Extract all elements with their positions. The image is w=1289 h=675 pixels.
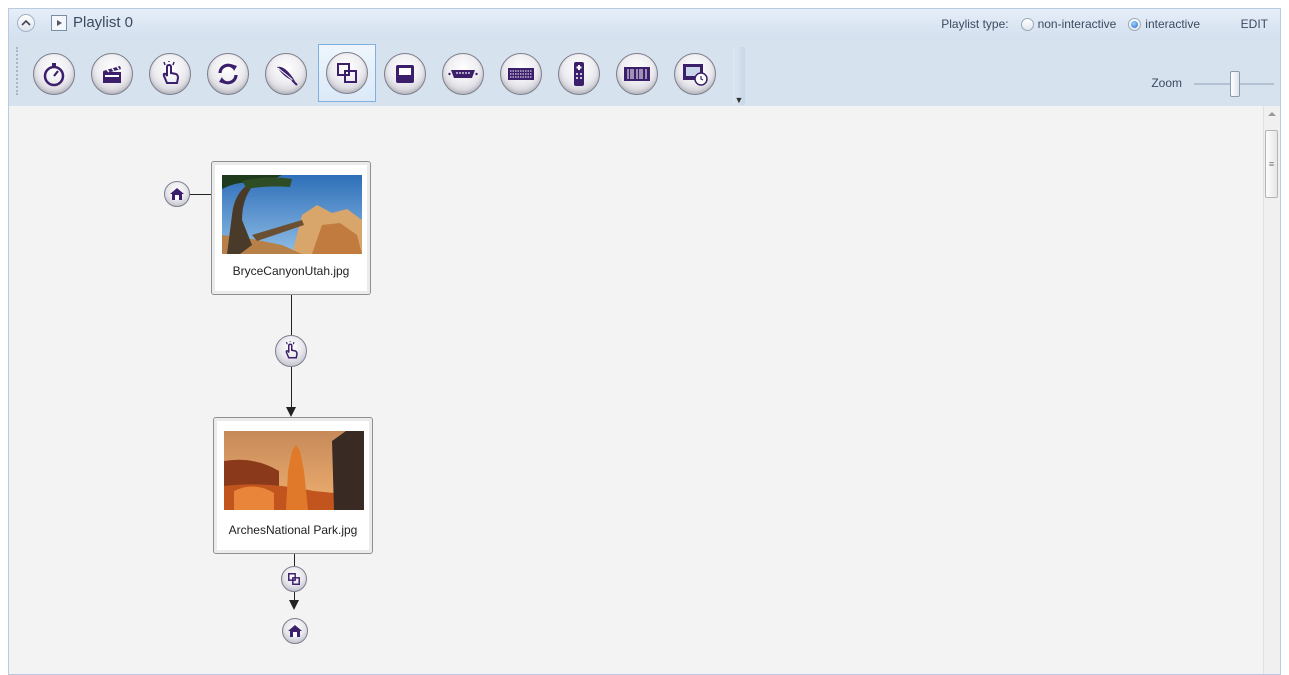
collapse-button[interactable] [17, 14, 35, 32]
keyboard-button[interactable] [498, 51, 544, 97]
connector-line [291, 295, 292, 335]
timer-icon [43, 63, 65, 87]
playlist-type-label: Playlist type: [941, 17, 1009, 31]
interactive-label[interactable]: interactive [1145, 17, 1200, 31]
start-event-bubble[interactable] [164, 181, 190, 207]
playlist-canvas[interactable]: BryceCanyonUtah.jpg ArchesNational Park.… [9, 106, 1280, 674]
vertical-scrollbar[interactable]: ≡ [1263, 106, 1280, 674]
clapperboard-icon [103, 66, 121, 83]
playlist-panel: Playlist 0 Playlist type: non-interactiv… [8, 8, 1281, 675]
zoom-slider-thumb[interactable] [1230, 71, 1240, 97]
connector-arrow [286, 407, 296, 417]
connector-line [291, 367, 292, 408]
touch-hand-icon [285, 341, 298, 359]
edit-button[interactable]: EDIT [1241, 17, 1268, 31]
timed-video-button[interactable] [672, 51, 718, 97]
touch-event-bubble[interactable] [275, 335, 307, 367]
video-button[interactable] [89, 51, 135, 97]
feather-icon [277, 66, 298, 86]
bryce-canyon-thumbnail [222, 175, 362, 254]
interactive-radio[interactable] [1128, 17, 1142, 31]
connector-arrow [289, 600, 299, 610]
barcode-button[interactable] [614, 51, 660, 97]
playlist-item-bryce-canyon[interactable]: BryceCanyonUtah.jpg [211, 161, 371, 295]
playlist-type-group: Playlist type: non-interactive interacti… [941, 17, 1200, 31]
refresh-icon [218, 63, 238, 85]
serial-port-icon [448, 70, 478, 78]
touch-event-button[interactable] [147, 51, 193, 97]
timer-button[interactable] [31, 51, 77, 97]
end-event-bubble[interactable] [282, 618, 308, 644]
connector-line [190, 194, 211, 195]
remote-button[interactable] [556, 51, 602, 97]
home-icon [288, 625, 302, 637]
connector-line [294, 592, 295, 600]
serial-port-button[interactable] [440, 51, 486, 97]
playlist-item-arches[interactable]: ArchesNational Park.jpg [213, 417, 373, 554]
touch-hand-icon [162, 61, 180, 84]
event-toolbar: ▼ Zoom [9, 39, 1280, 106]
arches-thumbnail [224, 431, 364, 510]
zoom-label: Zoom [1151, 76, 1182, 90]
home-icon [170, 188, 184, 200]
playlist-header: Playlist 0 Playlist type: non-interactiv… [9, 9, 1280, 40]
keyboard-icon [508, 68, 534, 80]
refresh-button[interactable] [205, 51, 251, 97]
chevron-down-icon: ▼ [734, 95, 744, 105]
overlap-event-bubble[interactable] [281, 566, 307, 592]
remote-control-icon [574, 62, 584, 86]
feather-button[interactable] [263, 51, 309, 97]
playlist-item-filename: ArchesNational Park.jpg [228, 523, 358, 537]
playlist-item-filename: BryceCanyonUtah.jpg [232, 264, 350, 278]
barcode-icon [624, 67, 650, 81]
playlist-title: Playlist 0 [73, 14, 134, 31]
monitor-button[interactable] [382, 51, 428, 97]
non-interactive-label[interactable]: non-interactive [1038, 17, 1117, 31]
toolbar-grip[interactable] [16, 47, 20, 95]
monitor-icon [396, 65, 414, 83]
connector-line [294, 554, 295, 566]
scrollbar-thumb[interactable]: ≡ [1265, 130, 1278, 198]
chevron-up-icon [21, 19, 31, 26]
overlap-squares-icon [288, 573, 300, 585]
timed-video-icon [683, 64, 708, 86]
overlap-squares-icon [337, 63, 357, 83]
toolbar-overflow-button[interactable]: ▼ [733, 47, 745, 105]
non-interactive-radio[interactable] [1020, 17, 1034, 31]
overlap-button[interactable] [318, 44, 376, 102]
play-icon[interactable] [51, 15, 67, 31]
scroll-up-arrow-icon[interactable] [1268, 112, 1276, 116]
